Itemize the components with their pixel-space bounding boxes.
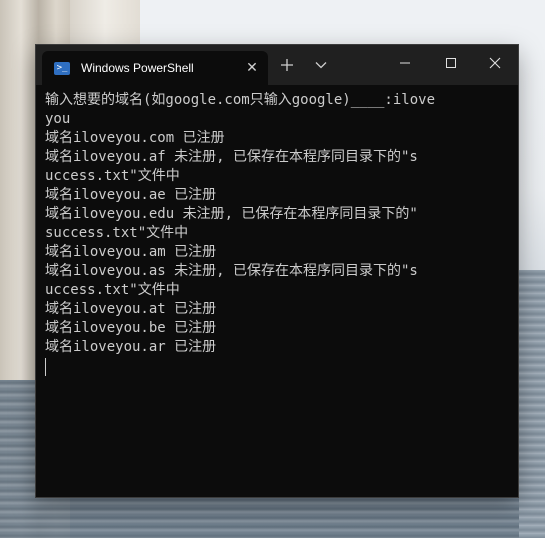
console-input-line[interactable] [45,357,509,376]
desktop-sea-right [519,270,545,538]
console-line: 域名iloveyou.at 已注册 [45,301,217,317]
console-line: success.txt"文件中 [45,225,189,241]
tab-title: Windows PowerShell [81,61,194,75]
maximize-button[interactable] [428,45,474,81]
console-line: 域名iloveyou.ae 已注册 [45,187,217,203]
tab-dropdown-button[interactable] [310,53,332,77]
powershell-icon: >_ [54,61,70,75]
console-line: uccess.txt"文件中 [45,168,180,184]
minimize-button[interactable] [382,45,428,81]
console-line: 域名iloveyou.be 已注册 [45,320,217,336]
console-line: 域名iloveyou.ar 已注册 [45,339,217,355]
powershell-window[interactable]: >_ Windows PowerShell ✕ 输入想要的域名(如google.… [36,45,518,497]
console-output[interactable]: 输入想要的域名(如google.com只输入google)____:ilove … [36,85,518,497]
console-line: 输入想要的域名(如google.com只输入google)____:ilove [45,92,436,108]
console-line: uccess.txt"文件中 [45,282,180,298]
tab-powershell[interactable]: >_ Windows PowerShell ✕ [42,51,268,85]
console-line: 域名iloveyou.af 未注册, 已保存在本程序同目录下的"s [45,149,418,165]
console-line: you [45,111,71,127]
console-line: 域名iloveyou.edu 未注册, 已保存在本程序同目录下的" [45,206,418,222]
title-bar[interactable]: >_ Windows PowerShell ✕ [36,45,518,85]
console-line: 域名iloveyou.as 未注册, 已保存在本程序同目录下的"s [45,263,418,279]
new-tab-button[interactable] [276,53,298,77]
text-cursor [45,358,46,376]
tab-close-icon[interactable]: ✕ [244,60,260,76]
console-line: 域名iloveyou.com 已注册 [45,130,225,146]
close-button[interactable] [472,45,518,81]
console-line: 域名iloveyou.am 已注册 [45,244,217,260]
